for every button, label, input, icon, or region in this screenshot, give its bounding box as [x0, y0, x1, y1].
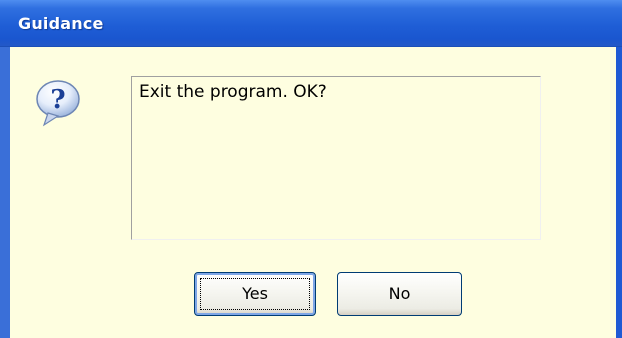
dialog-body: ? Exit the program. OK? Yes No: [10, 47, 616, 338]
svg-text:?: ?: [50, 85, 65, 115]
yes-button-label: Yes: [242, 284, 268, 303]
message-text: Exit the program. OK?: [139, 82, 327, 102]
dialog-title: Guidance: [18, 14, 104, 33]
no-button-label: No: [388, 284, 411, 303]
no-button[interactable]: No: [337, 272, 462, 316]
question-icon: ?: [34, 79, 86, 129]
window-right-border: [616, 47, 622, 338]
yes-button[interactable]: Yes: [194, 272, 316, 316]
message-box: Exit the program. OK?: [131, 76, 541, 240]
title-bar[interactable]: Guidance: [0, 0, 622, 47]
dialog-window: Guidance ? Exit the program. OK? Yes No: [0, 0, 622, 338]
